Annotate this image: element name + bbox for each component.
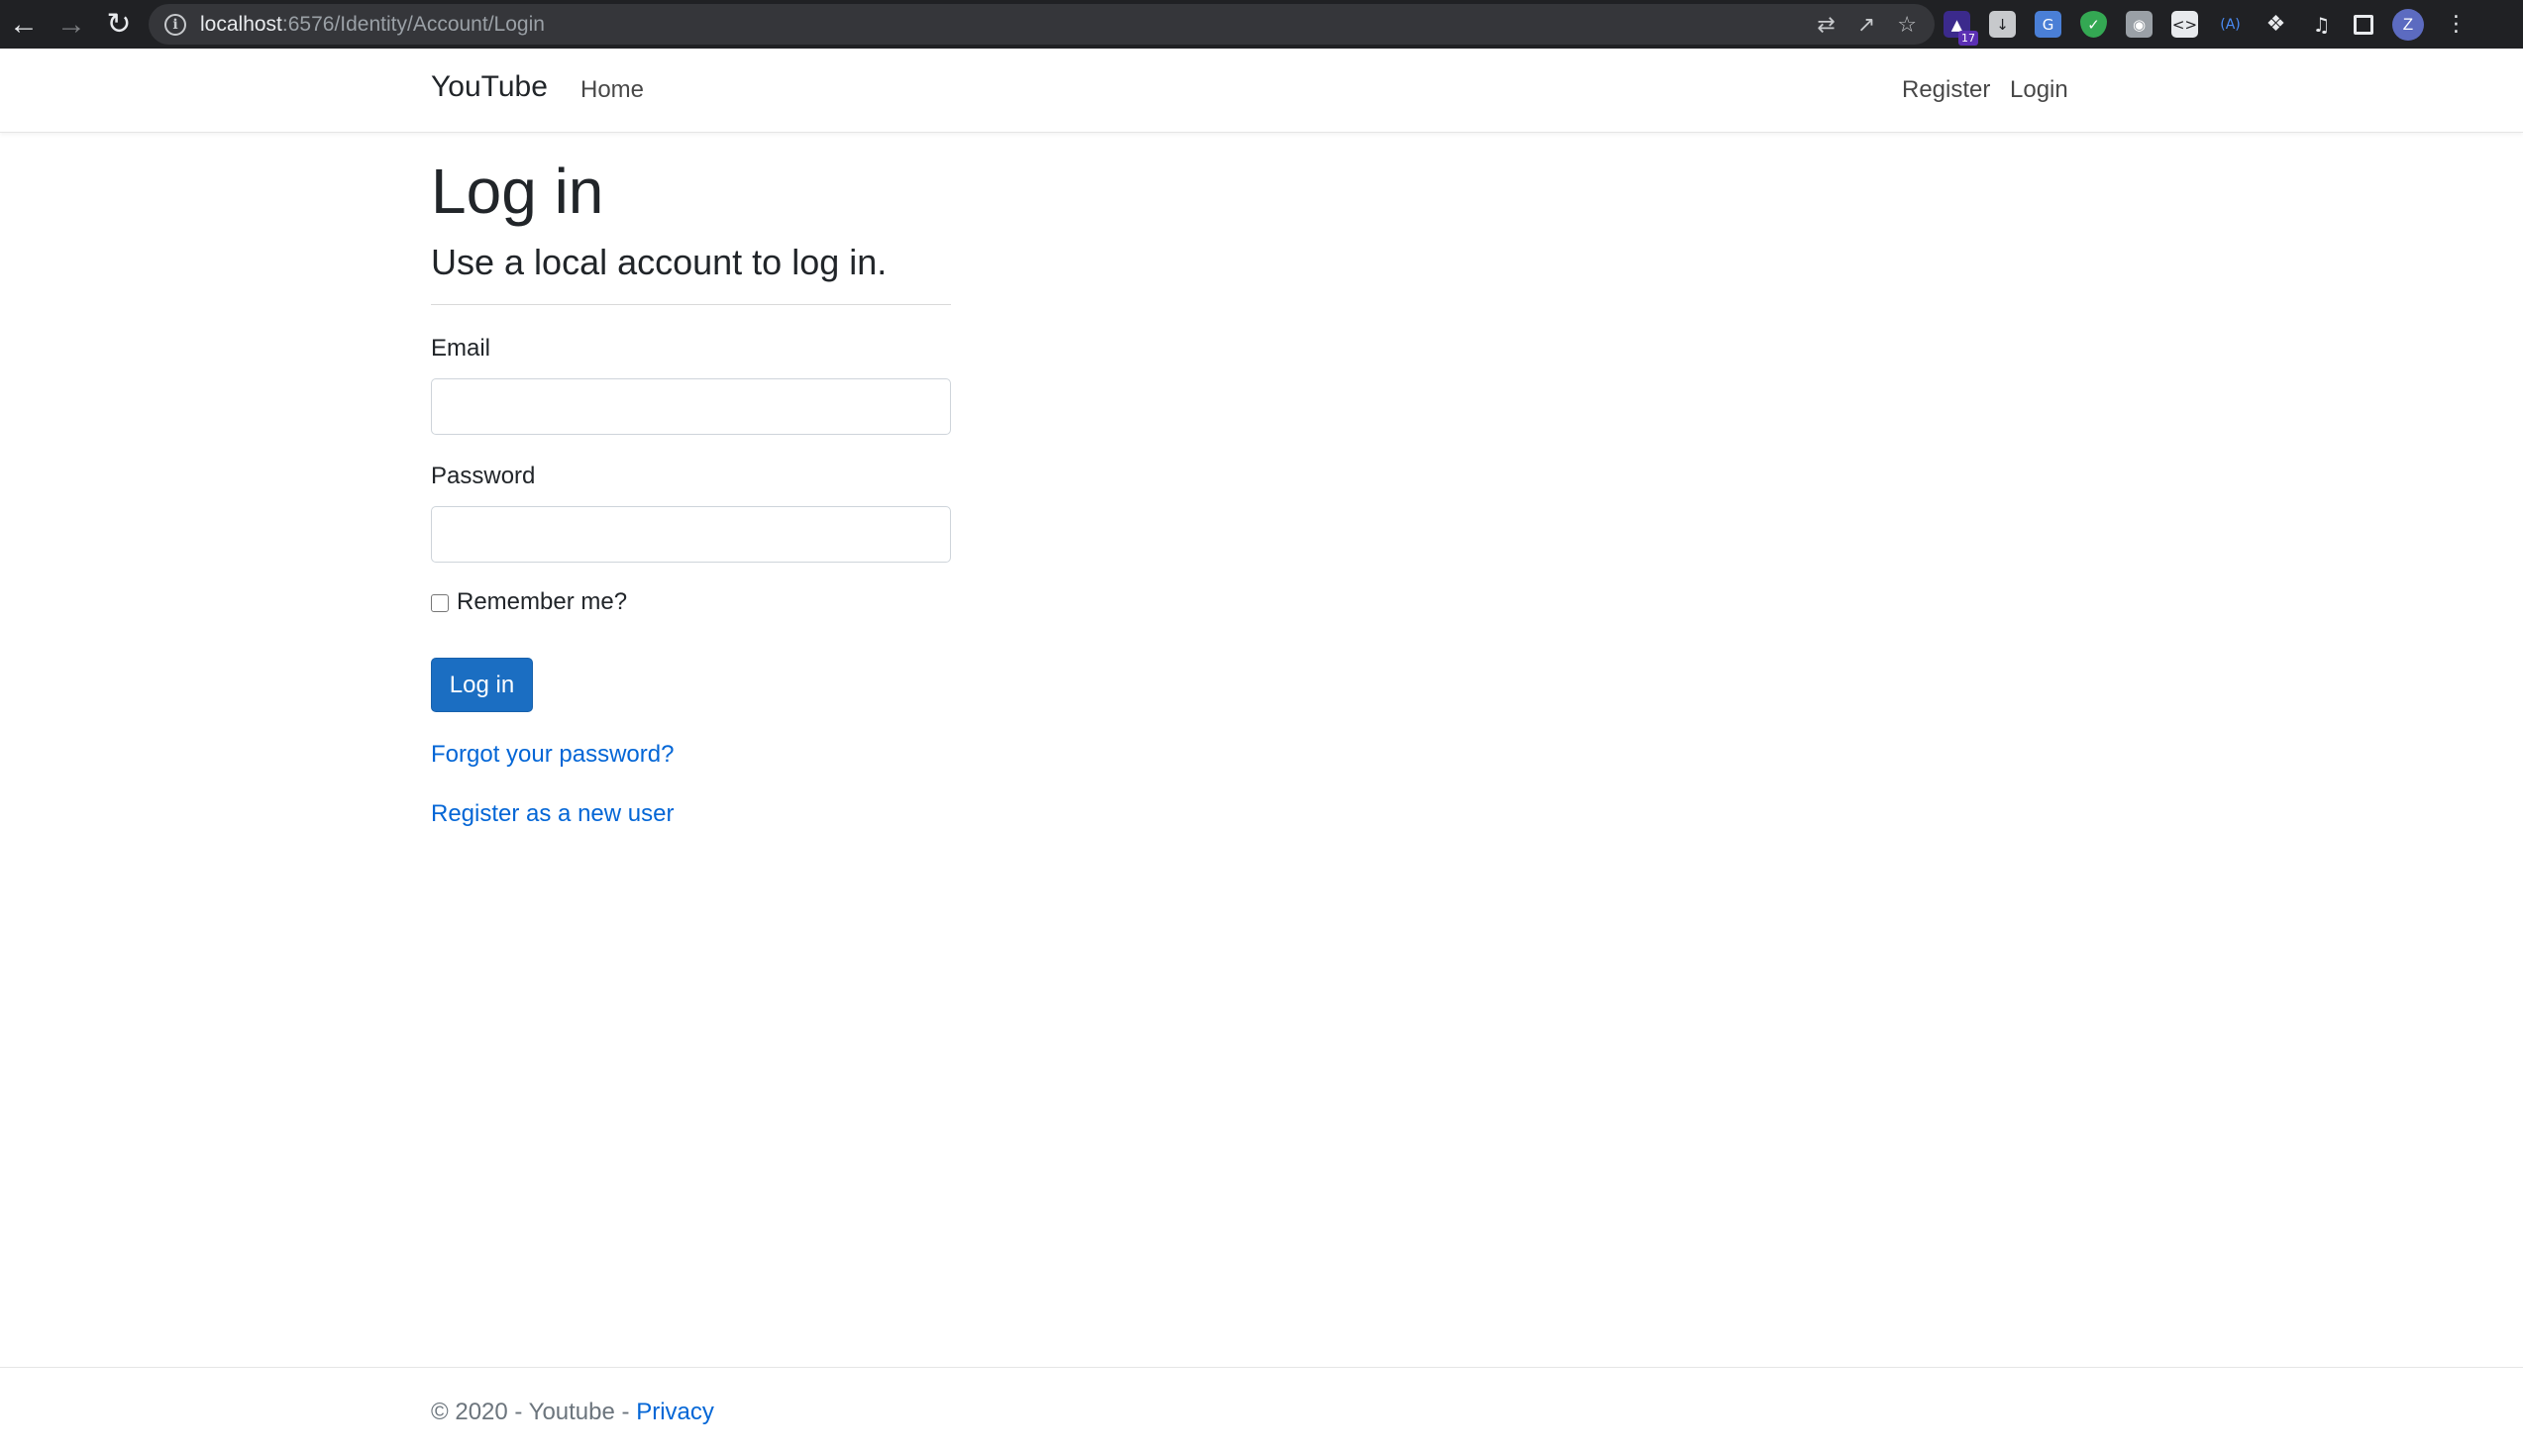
nav-register-link[interactable]: Register bbox=[1902, 76, 1990, 104]
page-subtitle: Use a local account to log in. bbox=[431, 242, 888, 282]
a-extension-icon[interactable]: (A) bbox=[2217, 11, 2244, 38]
remember-me-label[interactable]: Remember me? bbox=[457, 588, 627, 616]
url-host: localhost bbox=[200, 12, 282, 36]
email-label: Email bbox=[431, 335, 491, 362]
site-navbar: YouTube Home Register Login bbox=[0, 49, 2523, 133]
password-field[interactable] bbox=[431, 506, 951, 563]
extension-hat-icon[interactable]: ▲ 17 bbox=[1944, 11, 1978, 46]
forward-icon[interactable]: → bbox=[48, 0, 95, 49]
url-path: :6576/Identity/Account/Login bbox=[281, 12, 545, 36]
brand-link[interactable]: YouTube bbox=[431, 70, 548, 104]
address-bar[interactable]: i localhost :6576/Identity/Account/Login… bbox=[149, 4, 1935, 45]
share-icon[interactable]: ↗ bbox=[1857, 12, 1875, 38]
email-field[interactable] bbox=[431, 378, 951, 435]
shield-extension-icon[interactable]: ✓ bbox=[2080, 11, 2107, 38]
translate-icon[interactable]: ⇄ bbox=[1817, 12, 1835, 38]
divider bbox=[431, 304, 951, 305]
register-new-user-link[interactable]: Register as a new user bbox=[431, 800, 674, 828]
extension-badge: 17 bbox=[1958, 31, 1978, 46]
code-extension-icon[interactable]: <> bbox=[2171, 11, 2198, 38]
media-controls-icon[interactable]: ♫ bbox=[2308, 11, 2335, 38]
browser-toolbar: ← → ↻ i localhost :6576/Identity/Account… bbox=[0, 0, 2523, 49]
camera-extension-icon[interactable]: ◉ bbox=[2126, 11, 2153, 38]
nav-login-link[interactable]: Login bbox=[2010, 76, 2068, 104]
forgot-password-link[interactable]: Forgot your password? bbox=[431, 741, 674, 769]
footer-copyright: © 2020 - Youtube - bbox=[431, 1399, 637, 1425]
back-icon[interactable]: ← bbox=[0, 0, 48, 49]
privacy-link[interactable]: Privacy bbox=[636, 1399, 714, 1425]
nav-home-link[interactable]: Home bbox=[580, 76, 644, 104]
browser-menu-icon[interactable]: ⋮ bbox=[2443, 11, 2470, 38]
footer-text: © 2020 - Youtube - Privacy bbox=[431, 1399, 714, 1426]
remember-me-checkbox[interactable] bbox=[431, 594, 449, 612]
reload-icon[interactable]: ↻ bbox=[95, 0, 143, 49]
login-submit-button[interactable]: Log in bbox=[431, 658, 533, 712]
password-label: Password bbox=[431, 463, 536, 489]
extensions-puzzle-icon[interactable]: ❖ bbox=[2262, 11, 2289, 38]
page-title: Log in bbox=[431, 156, 604, 227]
side-panel-icon[interactable] bbox=[2354, 14, 2373, 35]
bookmark-star-icon[interactable]: ☆ bbox=[1897, 12, 1917, 38]
site-footer: © 2020 - Youtube - Privacy bbox=[0, 1367, 2523, 1456]
google-translate-extension-icon[interactable]: G bbox=[2035, 11, 2061, 38]
extensions-bar: ▲ 17 ↓ G ✓ ◉ <> (A) ❖ ♫ Z ⋮ bbox=[1944, 0, 2470, 49]
profile-avatar[interactable]: Z bbox=[2392, 8, 2424, 41]
download-extension-icon[interactable]: ↓ bbox=[1989, 11, 2016, 38]
site-info-icon[interactable]: i bbox=[164, 13, 186, 36]
